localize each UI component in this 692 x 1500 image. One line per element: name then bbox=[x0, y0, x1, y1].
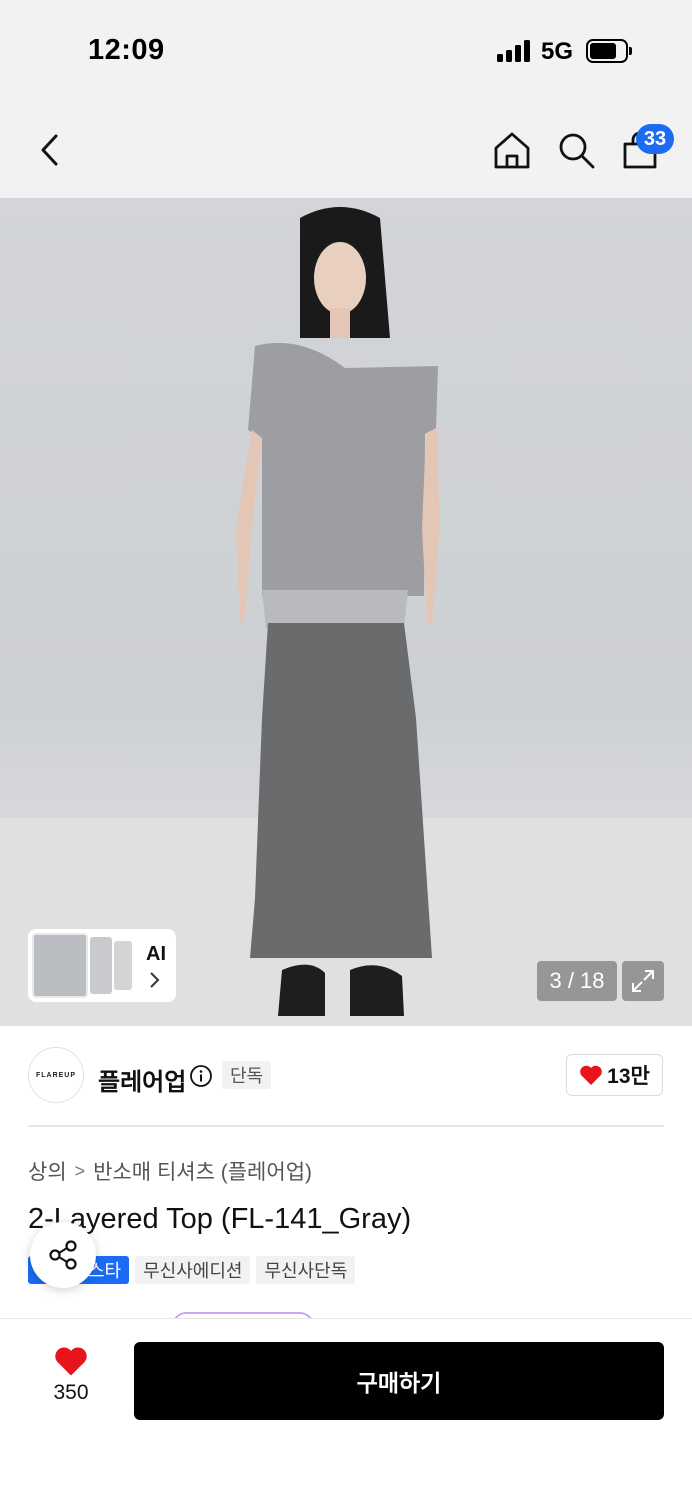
brand-logo-text: FLAREUP bbox=[35, 1071, 77, 1079]
network-type: 5G bbox=[541, 38, 574, 65]
search-icon bbox=[559, 133, 595, 169]
buy-button[interactable]: 구매하기 bbox=[134, 1342, 664, 1420]
status-time: 12:09 bbox=[88, 34, 165, 66]
home-icon bbox=[494, 132, 530, 169]
share-button[interactable] bbox=[30, 1222, 96, 1288]
brand-name[interactable]: 플레어업 bbox=[98, 1062, 186, 1097]
ai-similar-thumbnails[interactable]: AI bbox=[28, 929, 176, 1002]
breadcrumb: 상의 > 반소매 티셔츠 (플레어업) bbox=[28, 1156, 312, 1186]
status-bar: 12:09 5G bbox=[0, 0, 692, 100]
thumbnail-image bbox=[32, 933, 88, 998]
brand-like-button[interactable]: 13만 bbox=[566, 1054, 663, 1096]
thumbnail-image bbox=[90, 937, 112, 994]
brand-logo[interactable]: FLAREUP bbox=[28, 1047, 84, 1103]
heart-icon bbox=[55, 1347, 87, 1376]
cart-count-badge: 33 bbox=[636, 124, 674, 154]
wishlist-button[interactable]: 350 bbox=[36, 1345, 106, 1415]
chevron-right-icon bbox=[148, 971, 160, 995]
image-page-counter: 3 / 18 bbox=[537, 961, 617, 1001]
thumbnail-image bbox=[114, 941, 132, 990]
expand-icon bbox=[632, 970, 654, 992]
brand-like-count: 13만 bbox=[607, 1065, 650, 1088]
divider bbox=[28, 1125, 664, 1127]
brand-row: FLAREUP 플레어업 단독 13만 bbox=[0, 1026, 692, 1126]
search-button[interactable] bbox=[554, 128, 598, 172]
back-button[interactable] bbox=[28, 128, 72, 172]
badge-musinsa-edition: 무신사에디션 bbox=[135, 1256, 251, 1284]
bottom-purchase-bar: 350 구매하기 bbox=[0, 1318, 692, 1500]
home-button[interactable] bbox=[490, 128, 534, 172]
expand-button[interactable] bbox=[622, 961, 664, 1001]
model-photo bbox=[0, 207, 692, 1026]
exclusive-tag: 단독 bbox=[222, 1061, 272, 1089]
chevron-left-icon bbox=[41, 134, 58, 166]
heart-icon bbox=[580, 1065, 602, 1085]
product-image[interactable] bbox=[0, 198, 692, 1026]
ai-label: AI bbox=[146, 943, 166, 965]
share-icon bbox=[49, 1240, 77, 1270]
breadcrumb-subcategory[interactable]: 반소매 티셔츠 (플레어업) bbox=[93, 1156, 312, 1186]
wishlist-count: 350 bbox=[53, 1381, 89, 1404]
signal-icon bbox=[497, 40, 531, 62]
info-icon[interactable] bbox=[189, 1064, 213, 1088]
top-navigation bbox=[0, 100, 692, 198]
badge-musinsa-exclusive: 무신사단독 bbox=[256, 1256, 356, 1284]
chevron-right-icon: > bbox=[74, 1160, 86, 1181]
breadcrumb-category[interactable]: 상의 bbox=[28, 1156, 67, 1186]
battery-icon bbox=[586, 39, 632, 63]
